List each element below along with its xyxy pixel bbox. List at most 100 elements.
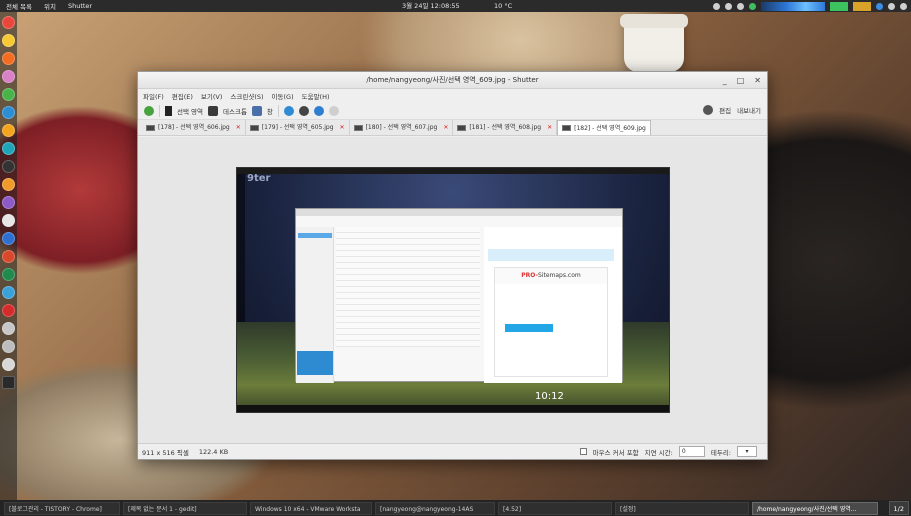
bluetooth-icon[interactable] [737,2,744,10]
maximize-button[interactable]: □ [737,72,745,89]
file-size: 122.4 KB [198,447,229,456]
taskbar-item-452[interactable]: [4.52] [498,501,612,515]
menu-go[interactable]: 이동(G) [272,91,294,101]
web-capture-icon[interactable] [313,105,324,116]
preview-email-card: PRO-Sitemaps.com [494,267,608,377]
window-title: /home/nangyeong/사진/선택 영역_609.jpg - Shutt… [366,76,539,84]
active-app-menu[interactable]: Shutter [62,2,98,10]
tab-close-icon[interactable]: ✕ [236,120,241,135]
folder-icon[interactable] [2,178,15,191]
chat-icon[interactable] [876,2,883,10]
editor-icon[interactable] [2,196,15,209]
tab-screenshot-608[interactable]: [181] - 선택 영역_608.jpg ✕ [453,120,558,135]
text-editor-icon[interactable] [2,214,15,227]
taskbar-item-vmware[interactable]: Windows 10 x64 - VMware Worksta [250,501,372,515]
close-button[interactable]: ✕ [754,72,761,89]
taskbar-item-gedit[interactable]: [제목 없는 문서 1 - gedit] [123,501,247,515]
menu-capture-icon[interactable] [283,105,294,116]
files-icon[interactable] [2,106,15,119]
places-menu[interactable]: 위치 [38,1,62,11]
preview-top-panel [237,168,669,174]
window-icon [251,105,262,116]
menu-help[interactable]: 도움말(H) [302,91,330,101]
taskbar-item-terminal[interactable]: [nangyeong@nangyeong-14AS [375,501,495,515]
power-icon[interactable] [900,2,907,10]
desktop-button[interactable]: 데스크톱 [223,106,247,116]
tab-screenshot-605[interactable]: [179] - 선택 영역_605.jpg ✕ [246,120,350,135]
preview-logo: 9ter [247,173,271,184]
taskbar-item-settings[interactable]: [설정] [615,501,749,515]
dropbox-icon[interactable] [713,2,720,10]
powerpoint-icon[interactable] [2,250,15,263]
memory-monitor-graph[interactable] [853,1,871,11]
applications-menu[interactable]: 전체 목록 [0,1,38,11]
tab-screenshot-607[interactable]: [180] - 선택 영역_607.jpg ✕ [350,120,454,135]
export-button[interactable]: 편집 [719,105,731,115]
top-panel: 전체 목록 위치 Shutter 3월 24일 12:08:55 10 °C [0,0,911,12]
usb-drive-icon[interactable] [2,358,15,371]
volume-icon[interactable] [888,2,895,10]
cpu-monitor-graph[interactable] [830,1,848,11]
network-monitor-graph[interactable] [761,1,825,11]
disk-icon[interactable] [2,322,15,335]
taskbar-item-shutter[interactable]: /home/nangyeong/사진/선택 영역... [752,501,878,515]
session-tabs: [178] - 선택 영역_606.jpg ✕ [179] - 선택 영역_60… [138,120,767,136]
statusbar: 911 x 516 픽셀 122.4 KB 마우스 커서 포함 지연 시간: 0… [138,443,767,459]
upload-button[interactable]: 내보내기 [737,105,761,115]
tab-close-icon[interactable]: ✕ [443,120,448,135]
menu-file[interactable]: 파일(F) [143,91,164,101]
delay-spinner[interactable]: 0 [678,446,705,457]
preview-brand-prefix: PRO- [521,272,539,279]
panel-clock[interactable]: 3월 24일 12:08:55 [402,0,460,12]
preview-clock: 10:12 [535,391,564,402]
image-canvas[interactable]: 9ter PRO-Sitemaps.com 10:12 [138,137,767,443]
tab-screenshot-609[interactable]: [182] - 선택 영역_609.jpg [557,120,651,135]
tab-thumbnail [562,125,572,131]
border-dropdown[interactable]: ▾ [737,446,757,457]
statusbar-options: 마우스 커서 포함 지연 시간: 0 테두리: ▾ [579,446,757,457]
delay-label: 지연 시간: [644,448,673,457]
archive-icon[interactable] [2,124,15,137]
select-area-button[interactable]: 선택 영역 [177,106,203,116]
chrome-icon[interactable] [2,16,15,29]
refresh-icon[interactable] [144,105,154,116]
menu-screenshot[interactable]: 스크린샷(S) [230,91,263,101]
word-icon[interactable] [2,232,15,245]
image-viewer-icon[interactable] [2,70,15,83]
workspace-indicator[interactable]: 1/2 [888,501,909,515]
network-icon[interactable] [725,2,732,10]
tab-close-icon[interactable]: ✕ [340,120,345,135]
tab-screenshot-606[interactable]: [178] - 선택 영역_606.jpg ✕ [142,120,246,135]
preview-mail-pane: PRO-Sitemaps.com [484,227,622,383]
preview-message-list [336,227,480,383]
network-tool-icon[interactable] [2,142,15,155]
tab-label: [180] - 선택 영역_607.jpg [365,124,438,131]
toolbar: 선택 영역 데스크톱 창 편집 내보내기 [138,102,767,120]
window-titlebar[interactable]: /home/nangyeong/사진/선택 영역_609.jpg - Shutt… [138,72,767,89]
taskbar: [블로그관리 - TISTORY - Chrome] [제목 없는 문서 1 -… [0,500,911,516]
firefox-icon[interactable] [2,52,15,65]
include-cursor-checkbox[interactable] [579,448,587,455]
tooltip-capture-icon[interactable] [298,105,309,116]
minimize-button[interactable]: _ [723,72,727,89]
update-icon[interactable] [749,2,756,10]
preview-window-title [296,209,622,216]
web-browser-icon[interactable] [2,88,15,101]
kakaotalk-icon[interactable] [2,34,15,47]
app-grid-icon[interactable] [2,376,15,389]
weather-temp[interactable]: 10 °C [488,2,518,10]
taskbar-item-chrome[interactable]: [블로그관리 - TISTORY - Chrome] [4,501,120,515]
settings-icon[interactable] [2,286,15,299]
presentation-icon[interactable] [2,304,15,317]
screenshot-preview: 9ter PRO-Sitemaps.com 10:12 [236,167,670,413]
menu-view[interactable]: 보기(V) [201,91,222,101]
tab-close-icon[interactable]: ✕ [547,120,552,135]
window-button[interactable]: 창 [267,106,273,116]
terminal-icon[interactable] [2,160,15,173]
trash-icon[interactable] [2,340,15,353]
tab-label: [178] - 선택 영역_606.jpg [158,124,230,131]
preview-brand-name: Sitemaps.com [538,272,581,279]
excel-icon[interactable] [2,268,15,281]
menu-edit[interactable]: 편집(E) [172,91,193,101]
upload-icon[interactable] [328,105,339,116]
